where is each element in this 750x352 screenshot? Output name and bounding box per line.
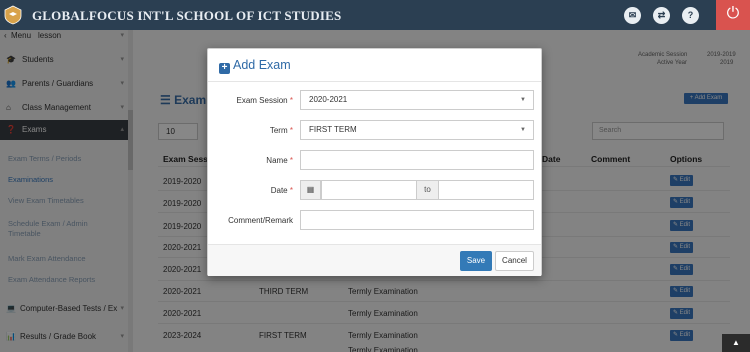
name-input[interactable]	[300, 150, 534, 170]
power-icon[interactable]: ⏻	[716, 0, 750, 30]
add-exam-modal: + Add Exam Exam Session * 2020-2021 ▼ Ter…	[207, 48, 542, 276]
cancel-button[interactable]: Cancel	[495, 251, 534, 271]
date-separator: to	[417, 180, 438, 200]
calendar-icon[interactable]: ▦	[300, 180, 321, 200]
term-select[interactable]: FIRST TERM ▼	[300, 120, 534, 140]
date-to-input[interactable]	[438, 180, 534, 200]
envelope-icon[interactable]: ✉	[624, 7, 641, 24]
exam-session-select[interactable]: 2020-2021 ▼	[300, 90, 534, 110]
term-label: Term *	[269, 126, 293, 135]
modal-header: + Add Exam	[208, 49, 541, 82]
exam-session-label: Exam Session *	[236, 96, 294, 105]
caret-down-icon: ▼	[520, 97, 526, 103]
name-label: Name *	[266, 156, 293, 165]
comment-input[interactable]	[300, 210, 534, 230]
top-navbar: GLOBALFOCUS INT'L SCHOOL OF ICT STUDIES …	[0, 0, 750, 30]
date-from-input[interactable]	[321, 180, 417, 200]
plus-square-icon: +	[219, 63, 230, 74]
back-to-top-button[interactable]: ▲	[722, 334, 750, 352]
caret-down-icon: ▼	[520, 127, 526, 133]
comment-label: Comment/Remark	[228, 216, 293, 225]
save-button[interactable]: Save	[460, 251, 492, 271]
school-name: GLOBALFOCUS INT'L SCHOOL OF ICT STUDIES	[32, 8, 342, 23]
date-label: Date *	[270, 186, 293, 195]
modal-title: + Add Exam	[219, 58, 291, 74]
share-icon[interactable]: ⇄	[653, 7, 670, 24]
modal-footer: Save Cancel	[208, 244, 541, 276]
help-icon[interactable]: ?	[682, 7, 699, 24]
school-logo[interactable]	[3, 5, 23, 25]
